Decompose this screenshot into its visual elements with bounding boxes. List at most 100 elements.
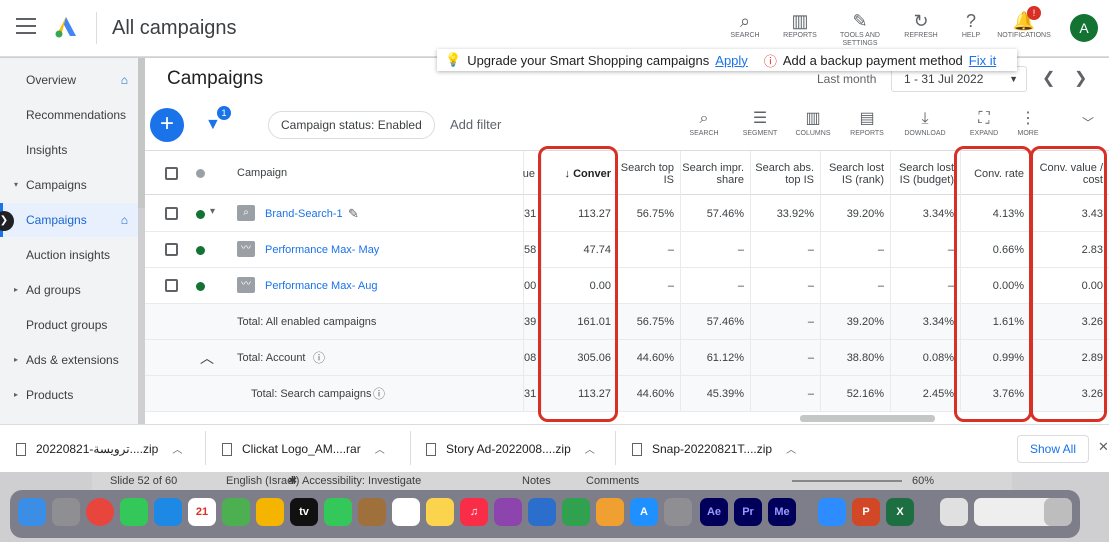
column-header-campaign[interactable]: Campaign [237, 151, 287, 196]
powerpoint-icon[interactable]: P [852, 498, 880, 526]
help-button[interactable]: ? HELP [943, 10, 999, 39]
notes-button[interactable]: Notes [522, 472, 551, 490]
row-checkbox[interactable] [165, 207, 178, 220]
facetime-icon[interactable] [324, 498, 352, 526]
download-button[interactable]: ⤓ DOWNLOAD [902, 108, 948, 137]
notes-icon[interactable] [426, 498, 454, 526]
maps-icon[interactable] [222, 498, 250, 526]
zoom-slider[interactable] [792, 480, 902, 482]
mail-icon[interactable] [154, 498, 182, 526]
app-store-icon[interactable]: A [630, 498, 658, 526]
sidebar-item-ad-groups[interactable]: ▸ Ad groups [0, 273, 138, 307]
refresh-button[interactable]: ↻ REFRESH [893, 10, 949, 39]
accessibility-status[interactable]: Accessibility: Investigate [302, 472, 421, 490]
sidebar-item-campaigns[interactable]: Campaigns ⌂ [0, 203, 138, 237]
chevron-down-icon[interactable]: ﹀ [1082, 114, 1094, 131]
chevron-up-icon[interactable]: ︿ [375, 445, 385, 456]
messages-icon[interactable] [120, 498, 148, 526]
after-effects-icon[interactable]: Ae [700, 498, 728, 526]
pages-icon[interactable] [596, 498, 624, 526]
status-column-dot [196, 169, 205, 178]
campaign-name-link[interactable]: Performance Max- Aug [265, 268, 378, 304]
chevron-up-icon[interactable]: ︿ [585, 445, 595, 456]
select-all-checkbox[interactable] [165, 167, 178, 180]
sidebar-item-product-groups[interactable]: Product groups [0, 308, 138, 342]
add-filter-button[interactable]: Add filter [450, 117, 501, 132]
music-icon[interactable]: ♫ [460, 498, 488, 526]
download-item[interactable]: Story Ad-2022008....zip ︿ [426, 439, 595, 459]
columns-button[interactable]: ▥ COLUMNS [790, 108, 836, 137]
chrome-icon[interactable] [86, 498, 114, 526]
more-button[interactable]: ⋮ MORE [1005, 108, 1051, 137]
add-campaign-button[interactable]: + [150, 108, 184, 142]
download-item[interactable]: Snap-20220821T....zip ︿ [632, 439, 796, 459]
column-header[interactable]: Search lost IS (budget) [890, 151, 960, 196]
sidebar-scrollbar[interactable] [138, 58, 145, 208]
sidebar-item-auction-insights[interactable]: Auction insights [0, 238, 138, 272]
calendar-icon[interactable]: 21 [188, 498, 216, 526]
row-checkbox[interactable] [165, 279, 178, 292]
sidebar-item-products[interactable]: ▸ Products [0, 378, 138, 412]
reports-button[interactable]: ▤ REPORTS [844, 108, 890, 137]
show-all-downloads-button[interactable]: Show All [1017, 435, 1089, 463]
trash-icon[interactable] [1044, 498, 1072, 526]
podcasts-icon[interactable] [494, 498, 522, 526]
sidebar-item-campaigns[interactable]: ▾ Campaigns [0, 168, 138, 202]
apple-tv-icon[interactable]: tv [290, 498, 318, 526]
download-item[interactable]: 20220821-ترويسة....zip ︿ [16, 439, 182, 459]
chevron-up-icon[interactable]: ︿ [786, 445, 796, 456]
notifications-button[interactable]: 🔔 NOTIFICATIONS [996, 10, 1052, 39]
reports-tool-button[interactable]: ▥ REPORTS [772, 10, 828, 39]
horizontal-scrollbar[interactable] [800, 415, 935, 422]
comments-button[interactable]: Comments [586, 472, 639, 490]
row-checkbox[interactable] [165, 243, 178, 256]
menu-icon[interactable] [16, 18, 36, 34]
expand-button[interactable]: ⛶ EXPAND [961, 108, 1007, 137]
finder-icon[interactable] [18, 498, 46, 526]
chevron-up-icon[interactable]: ︿ [172, 445, 182, 456]
date-range-label: Last month [817, 72, 877, 86]
filter-icon[interactable]: ▼ [205, 116, 221, 134]
excel-icon[interactable]: X [886, 498, 914, 526]
system-preferences-icon[interactable] [664, 498, 692, 526]
search-button[interactable]: ⌕ SEARCH [681, 108, 727, 137]
tools-settings-button[interactable]: ✎ TOOLS AND SETTINGS [832, 10, 888, 48]
help-circle-icon[interactable]: ⓘ [313, 340, 325, 376]
column-header[interactable]: Search lost IS (rank) [820, 151, 890, 196]
column-header[interactable]: Search top IS [617, 151, 680, 196]
table-cell: 61.12% [680, 340, 750, 376]
reminders-icon[interactable] [392, 498, 420, 526]
column-header[interactable]: Search abs. top IS [750, 151, 820, 196]
sidebar-item-recommendations[interactable]: Recommendations [0, 98, 138, 132]
collapse-chevron-icon[interactable]: ︿ [200, 340, 214, 376]
search-tool-button[interactable]: ⌕ SEARCH [717, 10, 773, 39]
avatar[interactable]: A [1070, 14, 1098, 42]
status-dropdown-icon[interactable]: ▾ [210, 206, 215, 217]
segment-button[interactable]: ☰ SEGMENT [737, 108, 783, 137]
photos-icon[interactable] [256, 498, 284, 526]
keynote-icon[interactable] [528, 498, 556, 526]
document-icon[interactable] [940, 498, 968, 526]
sidebar-item-overview[interactable]: Overview ⌂ [0, 63, 138, 97]
media-encoder-icon[interactable]: Me [768, 498, 796, 526]
close-icon[interactable]: ✕ [1098, 439, 1109, 455]
campaign-status-filter-chip[interactable]: Campaign status: Enabled [268, 111, 435, 139]
campaign-name-link[interactable]: Brand-Search-1 [265, 196, 343, 232]
premiere-pro-icon[interactable]: Pr [734, 498, 762, 526]
sidebar-item-insights[interactable]: Insights [0, 133, 138, 167]
previous-period-icon[interactable]: ❮ [1042, 68, 1055, 88]
download-item[interactable]: Clickat Logo_AM....rar ︿ [222, 439, 385, 459]
campaign-name-link[interactable]: Performance Max- May [265, 232, 379, 268]
launchpad-icon[interactable] [52, 498, 80, 526]
numbers-icon[interactable] [562, 498, 590, 526]
next-period-icon[interactable]: ❯ [1074, 68, 1087, 88]
zoom-icon[interactable] [818, 498, 846, 526]
help-circle-icon[interactable]: ⓘ [373, 376, 385, 412]
edit-pencil-icon[interactable]: ✎ [348, 196, 359, 232]
contacts-icon[interactable] [358, 498, 386, 526]
fix-it-link[interactable]: Fix it [969, 53, 996, 68]
column-header[interactable]: Search impr. share [680, 151, 750, 196]
enabled-status-dot [196, 282, 205, 291]
sidebar-item-ads-extensions[interactable]: ▸ Ads & extensions [0, 343, 138, 377]
apply-link[interactable]: Apply [715, 53, 748, 68]
